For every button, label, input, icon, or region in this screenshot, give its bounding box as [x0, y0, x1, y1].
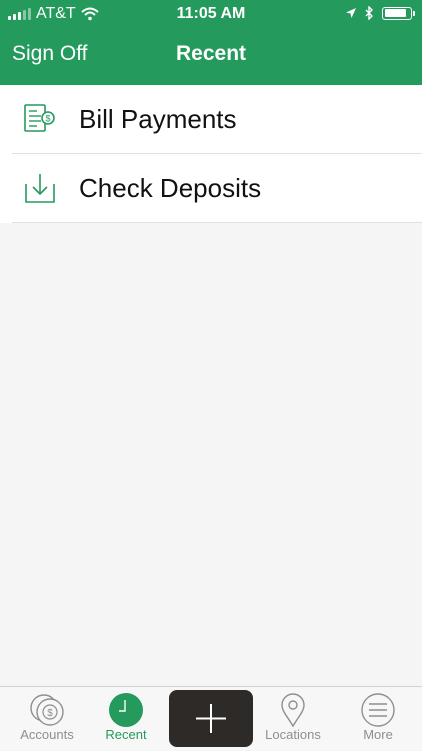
svg-text:$: $: [45, 114, 50, 124]
app-header: AT&T 11:05 AM Sign Off Recent: [0, 0, 422, 85]
map-pin-icon: [281, 693, 305, 728]
tab-label: Accounts: [20, 727, 74, 742]
tab-label: More: [363, 727, 393, 742]
bluetooth-icon: [365, 6, 373, 20]
status-right: [345, 6, 415, 20]
tab-label: Locations: [265, 727, 321, 742]
list-item-label: Check Deposits: [79, 173, 262, 203]
svg-text:$: $: [47, 708, 53, 719]
recent-list: $ Bill Payments Check Deposits: [0, 85, 422, 223]
tab-label: Recent: [105, 727, 147, 742]
add-button[interactable]: [169, 690, 253, 747]
navigation-bar: Sign Off Recent: [0, 36, 422, 76]
list-item-label: Bill Payments: [79, 104, 237, 134]
status-bar: AT&T 11:05 AM: [0, 0, 422, 30]
battery-icon: [382, 6, 415, 20]
sign-off-button[interactable]: Sign Off: [12, 42, 88, 66]
divider: [12, 222, 422, 223]
tab-more[interactable]: More: [336, 687, 420, 751]
plus-icon: [196, 704, 226, 733]
location-arrow-icon: [346, 8, 356, 18]
tab-accounts[interactable]: $ Accounts: [5, 687, 89, 751]
dollar-coin-icon: $: [30, 694, 64, 726]
tab-recent[interactable]: Recent: [84, 687, 168, 751]
list-item-bill-payments[interactable]: $ Bill Payments: [0, 85, 422, 154]
list-item-check-deposits[interactable]: Check Deposits: [0, 154, 422, 223]
tab-bar: $ Accounts Recent Locations More: [0, 686, 422, 750]
bill-document-icon: $: [24, 104, 55, 132]
tab-locations[interactable]: Locations: [251, 687, 335, 751]
clock-icon: [109, 693, 143, 727]
hamburger-menu-icon: [361, 693, 395, 727]
download-tray-icon: [25, 174, 55, 203]
